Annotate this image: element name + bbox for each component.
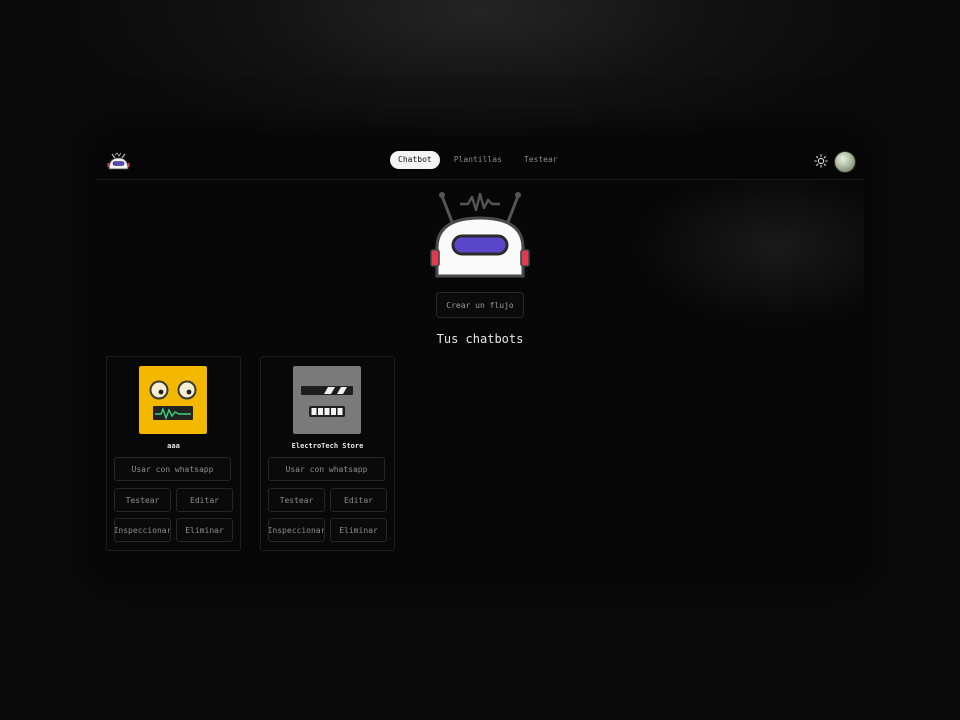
app-window: Chatbot Plantillas Testear Crear un fluj… xyxy=(96,137,864,577)
chatbot-card: ElectroTech Store Usar con whatsapp Test… xyxy=(260,356,395,551)
chatbot-card: aaa Usar con whatsapp Testear Editar Ins… xyxy=(106,356,241,551)
chatbot-name: ElectroTech Store xyxy=(291,442,364,450)
chatbot-avatar-yellow-robot xyxy=(139,366,207,434)
delete-button[interactable]: Eliminar xyxy=(330,518,387,542)
chatbot-avatar-gray-robot xyxy=(293,366,361,434)
section-title: Tus chatbots xyxy=(436,332,524,346)
inspect-button[interactable]: Inspeccionar xyxy=(114,518,171,542)
main-nav-tabs: Chatbot Plantillas Testear xyxy=(390,151,566,169)
chatbot-name: aaa xyxy=(167,442,180,450)
create-flow-button[interactable]: Crear un flujo xyxy=(436,292,524,318)
inspect-button[interactable]: Inspeccionar xyxy=(268,518,325,542)
tab-testear[interactable]: Testear xyxy=(516,151,566,169)
sun-icon[interactable] xyxy=(814,154,828,168)
tab-chatbot[interactable]: Chatbot xyxy=(390,151,440,169)
test-button[interactable]: Testear xyxy=(268,488,325,512)
delete-button[interactable]: Eliminar xyxy=(176,518,233,542)
use-whatsapp-button[interactable]: Usar con whatsapp xyxy=(114,457,231,481)
edit-button[interactable]: Editar xyxy=(176,488,233,512)
test-button[interactable]: Testear xyxy=(114,488,171,512)
user-avatar[interactable] xyxy=(834,151,856,173)
robot-logo-icon[interactable] xyxy=(106,149,131,174)
top-navbar: Chatbot Plantillas Testear xyxy=(96,137,864,180)
tab-plantillas[interactable]: Plantillas xyxy=(446,151,510,169)
robot-mascot-icon xyxy=(430,192,530,278)
use-whatsapp-button[interactable]: Usar con whatsapp xyxy=(268,457,385,481)
edit-button[interactable]: Editar xyxy=(330,488,387,512)
